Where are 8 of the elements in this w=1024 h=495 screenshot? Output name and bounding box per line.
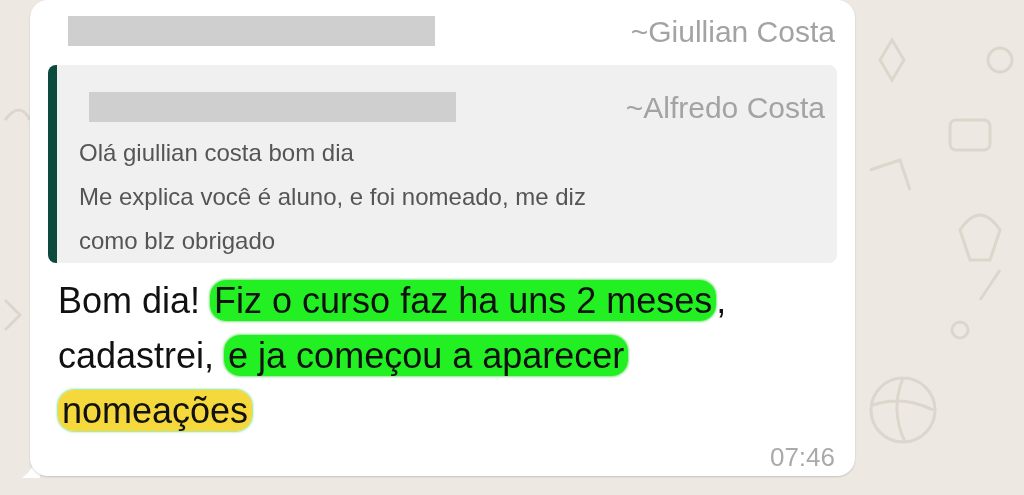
message-text: Bom dia! Fiz o curso faz ha uns 2 meses, cadastrei, e ja começou a aparecer nomeações xyxy=(57,279,728,433)
sender-name: ~Giullian Costa xyxy=(630,13,835,50)
quoted-text-line: Me explica você é aluno, e foi nomeado, me diz xyxy=(79,182,587,212)
quoted-sender-name: ~Alfredo Costa xyxy=(625,89,825,126)
quoted-message[interactable]: ~Alfredo Costa Olá giullian costa bom dia Me explica você é aluno, e foi nomeado, me diz como blz obrigado xyxy=(48,65,837,263)
message-time: 07:46 xyxy=(769,441,835,474)
quoted-text-line: como blz obrigado xyxy=(79,226,277,256)
quoted-text-line: Olá giullian costa bom dia xyxy=(79,138,355,168)
